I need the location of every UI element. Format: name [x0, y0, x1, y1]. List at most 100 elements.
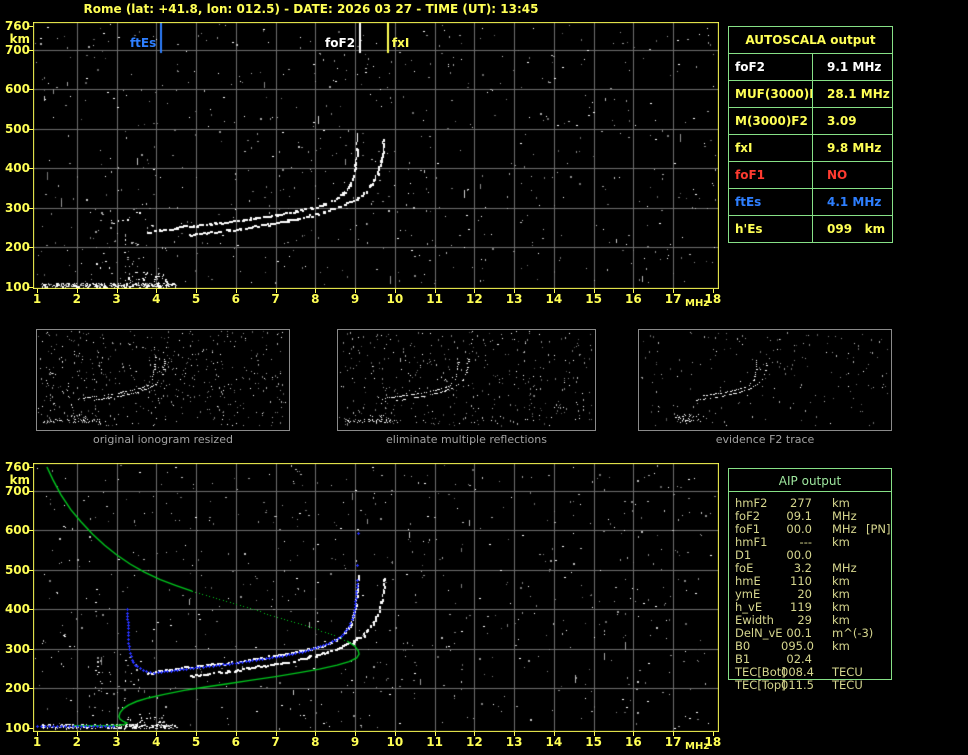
top-x-axis-tick [673, 289, 674, 293]
bottom-ionogram-plot [33, 463, 719, 732]
top-x-axis-tick [37, 289, 38, 293]
top-y-axis-tick [29, 287, 33, 288]
autoscala-row-value: NO [827, 168, 848, 182]
bottom-y-axis-tick [29, 570, 33, 571]
autoscala-row-h'Es: h'Es 099 km [729, 216, 892, 242]
autoscala-output-panel: AUTOSCALA output foF2 9.1 MHz MUF(3000)F2 2… [728, 26, 893, 243]
bottom-y-axis-tick-label: 400 [4, 602, 30, 617]
aip-row-hmF1: hmF1 --- km [735, 536, 965, 549]
autoscala-row-label: fxI [729, 135, 813, 161]
top-y-axis-tick [29, 89, 33, 90]
top-y-axis-tick-label: 500 [4, 121, 30, 136]
bottom-x-axis-tick-label: 5 [191, 735, 201, 749]
bottom-y-axis-tick-label: 500 [4, 562, 30, 577]
aip-header-divider [728, 491, 892, 492]
top-x-axis-tick [594, 289, 595, 293]
bottom-x-axis-tick [395, 732, 396, 736]
top-x-axis-tick [236, 289, 237, 293]
top-x-axis-tick-label: 17 [664, 292, 682, 306]
bottom-y-axis-tick [29, 530, 33, 531]
bottom-x-axis-tick [514, 732, 515, 736]
autoscala-row-label: h'Es [729, 216, 813, 242]
bottom-x-axis-tick [633, 732, 634, 736]
top-x-axis-tick-label: 16 [625, 292, 642, 306]
top-x-axis-tick [395, 289, 396, 293]
bottom-x-axis-tick-label: 2 [72, 735, 81, 749]
marker-label-foF2: foF2 [325, 36, 356, 50]
top-y-axis-tick [29, 129, 33, 130]
autoscala-row-label: ftEs [729, 189, 813, 215]
bottom-x-axis-tick [37, 732, 38, 736]
top-ionogram-canvas [33, 22, 719, 289]
top-x-axis-tick-label: 13 [505, 292, 523, 306]
bottom-y-axis-tick-label: 600 [4, 523, 30, 538]
bottom-x-axis-tick-label: 17 [664, 735, 682, 749]
top-y-axis-tick [29, 247, 33, 248]
top-x-axis-tick [276, 289, 277, 293]
top-x-axis-tick-label: 10 [386, 292, 404, 306]
top-y-axis-tick-label: 300 [4, 200, 30, 215]
top-x-axis-tick-label: 9 [350, 292, 360, 306]
aip-row-TEC[Top]: TEC[Top] 011.5 TECU [735, 679, 965, 692]
thumbnail-original-canvas [37, 330, 287, 428]
bottom-x-axis-tick [196, 732, 197, 736]
aip-row-unit: TECU [832, 678, 863, 692]
autoscala-row-value: 3.09 [827, 114, 857, 128]
bottom-x-axis-tick [315, 732, 316, 736]
bottom-x-axis-tick [554, 732, 555, 736]
top-y-axis-tick [29, 50, 33, 51]
top-y-axis-tick-label: 200 [4, 240, 30, 255]
bottom-x-axis-tick-label: 12 [466, 735, 483, 749]
bottom-x-axis-tick-label: 9 [350, 735, 360, 749]
bottom-y-axis-tick [29, 467, 33, 468]
autoscala-row-value: 099 km [827, 222, 886, 236]
autoscala-row-label: foF1 [729, 162, 813, 188]
autoscala-row-MUF(3000)F2: MUF(3000)F2 28.1 MHz [729, 81, 892, 108]
bottom-x-axis-tick-label: 14 [545, 735, 563, 749]
bottom-x-axis-tick [713, 732, 714, 736]
aip-row-hmE: hmE 110 km [735, 575, 965, 588]
aip-row-foE: foE 3.2 MHz [735, 562, 965, 575]
bottom-x-axis-tick-label: 13 [505, 735, 523, 749]
bottom-x-axis-tick [355, 732, 356, 736]
autoscala-screen: Rome (lat: +41.8, lon: 012.5) - DATE: 20… [0, 0, 968, 755]
thumbnail-caption-original: original ionogram resized [93, 433, 233, 446]
top-ionogram-plot [33, 22, 719, 289]
top-y-axis-tick-label: 100 [4, 280, 30, 294]
autoscala-row-value: 9.8 MHz [827, 141, 882, 155]
top-x-axis-tick [514, 289, 515, 293]
aip-row-foF1: foF1 00.0 MHz [PN] [735, 523, 965, 536]
bottom-x-axis-tick-label: 4 [152, 735, 161, 749]
aip-row-value: 011.5 [781, 678, 814, 692]
bottom-x-axis-tick [117, 732, 118, 736]
bottom-y-axis-tick [29, 609, 33, 610]
bottom-x-axis-tick-label: 6 [231, 735, 240, 749]
bottom-x-axis-unit-label: MHz [685, 741, 710, 752]
aip-row-unit: km [832, 535, 850, 549]
bottom-y-axis-tick-label: 200 [4, 681, 30, 696]
top-x-axis-tick [315, 289, 316, 293]
autoscala-rows: foF2 9.1 MHz MUF(3000)F2 28.1 MHz M(3000)F2 3… [729, 54, 892, 242]
top-y-axis-tick-label: 600 [4, 82, 30, 97]
top-x-axis-tick-label: 4 [152, 292, 161, 306]
bottom-y-axis-tick [29, 491, 33, 492]
autoscala-row-label: MUF(3000)F2 [729, 81, 813, 107]
autoscala-row-foF2: foF2 9.1 MHz [729, 54, 892, 81]
bottom-x-axis-tick [77, 732, 78, 736]
bottom-x-axis-tick [474, 732, 475, 736]
top-x-axis-tick-label: 3 [112, 292, 121, 306]
thumbnail-evidence-f2 [638, 329, 892, 431]
bottom-x-axis-tick-label: 8 [311, 735, 320, 749]
top-x-axis-tick-label: 1 [32, 292, 42, 306]
bottom-y-axis-tick [29, 649, 33, 650]
bottom-x-axis-tick [594, 732, 595, 736]
top-x-axis-tick [156, 289, 157, 293]
bottom-x-axis-tick [673, 732, 674, 736]
top-x-axis-unit-label: MHz [685, 298, 710, 309]
top-x-axis-tick [435, 289, 436, 293]
bottom-y-axis-tick-label: 700 [4, 483, 30, 498]
top-x-axis-tick-label: 6 [231, 292, 240, 306]
top-y-axis-tick [29, 26, 33, 27]
aip-row-unit: km [832, 639, 850, 653]
bottom-x-axis-tick [435, 732, 436, 736]
